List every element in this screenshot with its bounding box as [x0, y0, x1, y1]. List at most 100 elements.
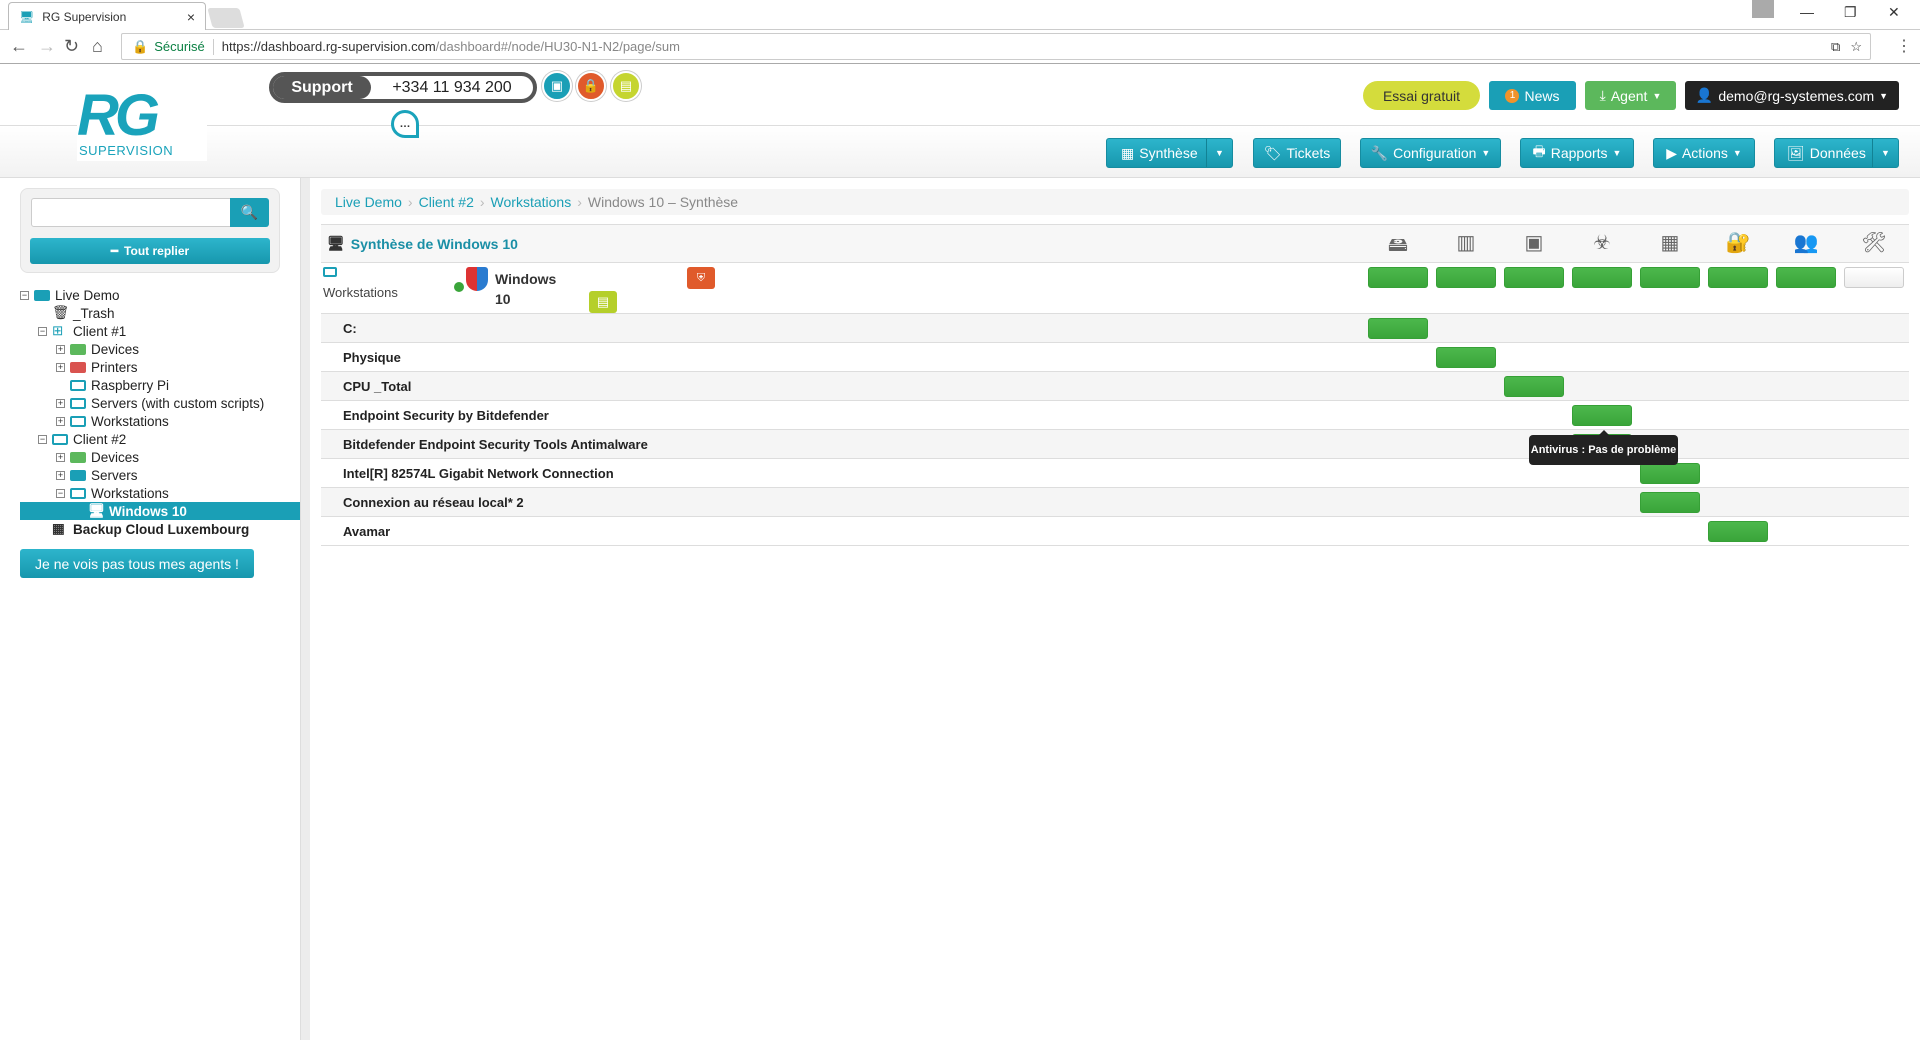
security-lock-icon[interactable]: 🔒 — [576, 71, 606, 101]
status-bar[interactable] — [1572, 405, 1632, 426]
status-bar[interactable] — [1708, 267, 1768, 288]
collapse-icon[interactable]: − — [38, 434, 47, 444]
donnees-dropdown[interactable]: ▼ — [1872, 139, 1898, 167]
sidebar-resizer[interactable] — [300, 178, 310, 1040]
search-input[interactable] — [31, 198, 231, 227]
synthese-dropdown[interactable]: ▼ — [1206, 139, 1232, 167]
status-bar[interactable] — [1844, 267, 1904, 288]
collapse-icon[interactable]: − — [56, 488, 65, 498]
database-icon[interactable]: ▤ — [611, 71, 641, 101]
minus-icon: ━ — [110, 244, 119, 258]
metric-label: Intel[R] 82574L Gigabit Network Connecti… — [343, 465, 614, 481]
status-bar[interactable] — [1504, 267, 1564, 288]
node-name[interactable]: Windows 10 — [495, 269, 556, 309]
folder-icon — [70, 361, 86, 373]
back-icon[interactable]: ← — [10, 36, 28, 57]
actions-button[interactable]: ▶ Actions ▼ — [1653, 138, 1755, 168]
agent-button[interactable]: ⤓ Agent ▼ — [1585, 81, 1676, 110]
configuration-button[interactable]: 🔧 Configuration ▼ — [1360, 138, 1501, 168]
status-bar[interactable] — [1368, 267, 1428, 288]
status-bar[interactable] — [1436, 267, 1496, 288]
expand-icon[interactable]: + — [56, 470, 65, 480]
tree-item[interactable]: + Printers — [20, 358, 300, 376]
logo[interactable]: RG SUPERVISION — [77, 87, 207, 161]
new-tab-button[interactable] — [207, 8, 245, 28]
status-bar[interactable] — [1436, 347, 1496, 368]
tree-item-label: Servers — [91, 467, 138, 483]
folder-icon — [70, 469, 86, 481]
restore-button[interactable]: ❐ — [1844, 4, 1857, 21]
breadcrumb: Live Demo › Client #2 › Workstations › Wind… — [321, 189, 1909, 215]
tree-item[interactable]: − Workstations — [20, 484, 300, 502]
status-bar[interactable] — [1640, 267, 1700, 288]
tree-item[interactable]: + Devices — [20, 340, 300, 358]
metric-label: Endpoint Security by Bitdefender — [343, 407, 549, 423]
tree-item[interactable]: Raspberry Pi — [20, 376, 300, 394]
expand-icon[interactable]: + — [56, 452, 65, 462]
user-menu-button[interactable]: 👤 demo@rg-systemes.com ▼ — [1685, 81, 1899, 110]
tree-item[interactable]: + Workstations — [20, 412, 300, 430]
news-button[interactable]: 1 News — [1489, 81, 1576, 110]
profile-icon[interactable] — [1752, 0, 1774, 18]
synthese-button[interactable]: ▦ Synthèse ▼ — [1106, 138, 1233, 168]
star-icon[interactable]: ☆ — [1850, 39, 1862, 55]
tree-item-label: Windows 10 — [109, 503, 187, 519]
expand-icon[interactable]: + — [56, 398, 65, 408]
close-tab-icon[interactable]: × — [187, 9, 195, 25]
security-lock-icon[interactable]: ⛨ — [687, 267, 715, 289]
status-bar[interactable] — [1504, 376, 1564, 397]
database-icon[interactable]: ▤ — [589, 291, 617, 313]
status-bar[interactable] — [1368, 318, 1428, 339]
tree-item[interactable]: + Servers (with custom scripts) — [20, 394, 300, 412]
tree-item[interactable]: ▦ Backup Cloud Luxembourg — [20, 520, 300, 538]
grid-icon: ▦ — [52, 521, 65, 536]
folder-open-icon — [70, 415, 86, 427]
tree-item-label: Devices — [91, 341, 140, 357]
translate-icon[interactable]: ⧉ — [1831, 39, 1840, 55]
chat-icon[interactable]: … — [391, 110, 419, 138]
expand-icon[interactable]: + — [56, 416, 65, 426]
status-bar[interactable] — [1640, 463, 1700, 484]
expand-icon[interactable]: + — [56, 344, 65, 354]
expand-icon[interactable]: + — [56, 362, 65, 372]
breadcrumb-live-demo[interactable]: Live Demo — [335, 194, 402, 210]
breadcrumb-workstations[interactable]: Workstations — [491, 194, 572, 210]
tree-item[interactable]: + Servers — [20, 466, 300, 484]
wrench-icon: 🔧 — [1370, 144, 1389, 161]
status-bar[interactable] — [1572, 267, 1632, 288]
support-pill[interactable]: Support +334 11 934 200 — [269, 72, 537, 103]
tree-item[interactable]: 🖥 Windows 10 — [20, 502, 300, 520]
status-bar[interactable] — [1708, 521, 1768, 542]
minimize-button[interactable]: — — [1800, 4, 1814, 20]
tree-item[interactable]: 🗑 _Trash — [20, 304, 300, 322]
forward-icon[interactable]: → — [38, 36, 56, 57]
missing-agents-button[interactable]: Je ne vois pas tous mes agents ! — [20, 549, 254, 578]
monitoring-icon[interactable]: ▣ — [542, 71, 572, 101]
tickets-button[interactable]: 🏷 Tickets — [1253, 138, 1341, 168]
tree-item[interactable]: − Client #2 — [20, 430, 300, 448]
url-input[interactable]: 🔒 Sécurisé https://dashboard.rg-supervis… — [121, 33, 1871, 60]
tree-item[interactable]: − ⊞ Client #1 — [20, 322, 300, 340]
node-group[interactable]: Workstations — [323, 285, 398, 300]
donnees-button[interactable]: 🖼 Données ▼ — [1774, 138, 1899, 168]
tree-item-label: Printers — [91, 359, 138, 375]
browser-tab[interactable]: 🖥 RG Supervision × — [8, 2, 206, 30]
collapse-all-button[interactable]: ━ Tout replier — [30, 238, 270, 264]
network-icon: ▦ — [1660, 232, 1680, 254]
trial-button[interactable]: Essai gratuit — [1363, 81, 1480, 110]
collapse-icon[interactable]: − — [38, 326, 47, 336]
menu-icon[interactable]: ⋮ — [1896, 36, 1912, 56]
reload-icon[interactable]: ↻ — [64, 36, 79, 57]
home-icon[interactable]: ⌂ — [92, 36, 103, 57]
breadcrumb-client-2[interactable]: Client #2 — [419, 194, 474, 210]
rapports-button[interactable]: 🖶 Rapports ▼ — [1520, 138, 1634, 168]
status-bar[interactable] — [1776, 267, 1836, 288]
page-title: Synthèse de Windows 10 — [350, 235, 518, 252]
search-button[interactable]: 🔍 — [230, 198, 269, 227]
close-window-button[interactable]: ✕ — [1888, 4, 1900, 21]
collapse-icon[interactable]: − — [20, 290, 29, 300]
tree-item[interactable]: − Live Demo — [20, 286, 300, 304]
folder-icon — [70, 451, 86, 463]
status-bar[interactable] — [1640, 492, 1700, 513]
tree-item[interactable]: + Devices — [20, 448, 300, 466]
